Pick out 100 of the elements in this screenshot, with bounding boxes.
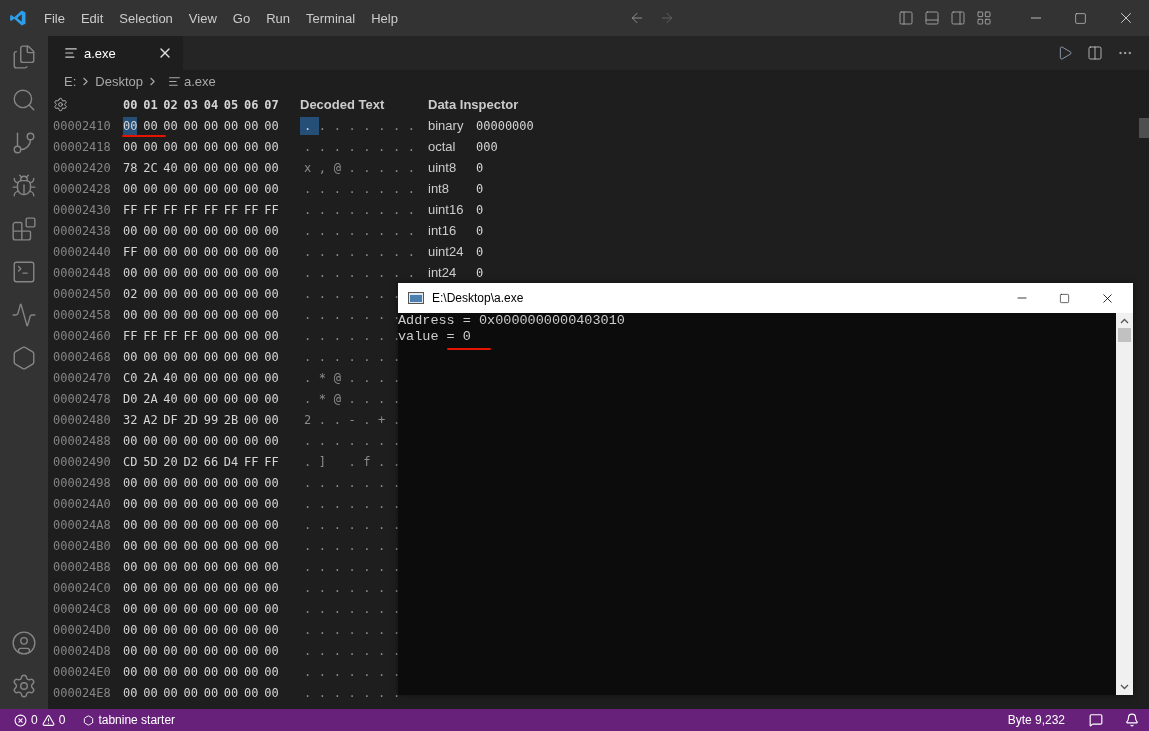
offset-label: 00002478 [53,391,112,406]
inspector-value: 0 [476,160,484,175]
hex-bytes: 00 00 00 00 00 00 00 00 [123,307,279,322]
inspector-value: 00000000 [476,118,534,133]
menu-item[interactable]: View [180,10,225,26]
menu-item[interactable]: Selection [111,10,181,26]
branch-icon[interactable] [11,130,37,156]
files-icon[interactable] [11,44,37,70]
column-header: Decoded Text [300,97,385,112]
feedback-icon[interactable] [1089,713,1103,727]
hex-bytes: 32 A2 DF 2D 99 2B 00 00 [123,412,279,427]
scrollbar-thumb[interactable] [1118,328,1131,342]
offset-label: 00002458 [53,307,112,322]
offset-label: 000024E8 [53,685,112,700]
decoded-text: ....... [318,118,423,133]
hex-bytes: 00 00 00 00 00 00 00 00 [123,517,279,532]
error-icon[interactable] [14,713,27,727]
bug-icon[interactable] [11,173,37,199]
decoded-text: ....... [303,664,408,679]
layout-grid-icon[interactable] [976,10,992,26]
inspector-value: 0 [476,223,484,238]
breadcrumb[interactable]: E: [64,73,77,89]
offset-label: 00002438 [53,223,112,238]
hex-bytes: 00 00 00 00 00 00 00 00 [123,349,279,364]
decoded-text: ........ [303,181,423,196]
account-icon[interactable] [11,630,37,656]
notification-icon[interactable] [1125,713,1139,727]
menu-item[interactable]: Go [224,10,259,26]
window-icon [408,292,424,304]
hex-bytes: D0 2A 40 00 00 00 00 00 [123,391,279,406]
decoded-text: ....... [303,601,408,616]
hex-bytes: CD 5D 20 D2 66 D4 FF FF [123,454,279,469]
hex-bytes: 02 00 00 00 00 00 00 00 [123,286,279,301]
hex-bytes: 00 00 00 00 00 00 00 00 [123,664,279,679]
maximize-icon[interactable] [1059,292,1070,304]
console-line: value = 0 [398,329,471,345]
console-line: Address = 0x0000000000403010 [398,313,625,329]
menu-item[interactable]: Terminal [298,10,364,26]
inspector-label: uint24 [428,244,465,259]
settings-icon[interactable] [53,97,68,112]
panel-right-icon[interactable] [950,10,966,26]
warning-icon[interactable] [41,713,55,727]
inspector-value: 0 [476,181,484,196]
offset-label: 000024A0 [53,496,112,511]
search-icon[interactable] [11,87,37,113]
decoded-text: ........ [303,223,423,238]
hex-bytes: 00 00 00 00 00 00 00 00 [123,496,279,511]
decoded-text: ....... [303,349,408,364]
menu-item[interactable]: Edit [72,10,112,26]
run-icon[interactable] [1057,45,1073,61]
scroll-down-icon[interactable] [1120,684,1129,690]
inspector-label: int16 [428,223,458,238]
app-logo-icon [9,9,27,27]
wave-icon[interactable] [11,302,37,328]
hex-bytes: FF 00 00 00 00 00 00 00 [123,244,279,259]
inspector-label: uint16 [428,202,465,217]
tabnine-status[interactable]: tabnine starter [98,713,176,727]
hex-bytes: 00 00 00 00 00 00 00 [142,118,279,133]
scrollbar-thumb[interactable] [1139,118,1149,138]
breadcrumb[interactable]: Desktop [95,73,143,89]
hex-bytes: 00 00 00 00 00 00 00 00 [123,622,279,637]
decoded-text: ....... [303,622,408,637]
offset-label: 000024D8 [53,643,112,658]
decoded-text: ....... [303,685,408,700]
decoded-text: ....... [303,538,408,553]
decoded-text: ........ [303,202,423,217]
hex-bytes: 00 00 00 00 00 00 00 00 [123,580,279,595]
terminal-icon[interactable] [11,259,37,285]
split-editor-icon[interactable] [1087,45,1103,61]
selected-char[interactable]: . [300,116,319,135]
decoded-text: ....... [303,496,408,511]
selected-byte[interactable]: 00 [123,116,138,135]
warning-count[interactable]: 0 [58,713,66,727]
menu-item[interactable]: Run [258,10,298,26]
offset-label: 00002440 [53,244,112,259]
menu-item[interactable]: File [36,10,73,26]
settings-icon[interactable] [11,673,37,699]
error-count[interactable]: 0 [31,713,38,727]
panel-left-icon[interactable] [898,10,914,26]
hex-bytes: 00 00 00 00 00 00 00 00 [123,559,279,574]
offset-label: 00002420 [53,160,112,175]
offset-label: 000024D0 [53,622,112,637]
offset-label: 00002480 [53,412,112,427]
offset-label: 000024B0 [53,538,112,553]
hex-bytes: 00 00 00 00 00 00 00 00 [123,139,279,154]
offset-label: 000024E0 [53,664,112,679]
underline-mark [122,135,166,137]
extensions-icon[interactable] [11,216,37,242]
hexagon-icon[interactable] [83,714,95,726]
editor-tab[interactable]: a.exe [48,36,183,70]
scrollbar[interactable] [1116,313,1133,695]
scroll-up-icon[interactable] [1120,318,1129,324]
menu-item[interactable]: Help [363,10,406,26]
breadcrumb[interactable]: a.exe [184,73,216,89]
offset-label: 00002490 [53,454,112,469]
hexagon-icon[interactable] [11,345,37,371]
hex-bytes: 00 00 00 00 00 00 00 00 [123,433,279,448]
panel-bottom-icon[interactable] [924,10,940,26]
position-indicator[interactable]: Byte 9,232 [1007,713,1065,727]
decoded-text: x,@..... [303,160,423,175]
